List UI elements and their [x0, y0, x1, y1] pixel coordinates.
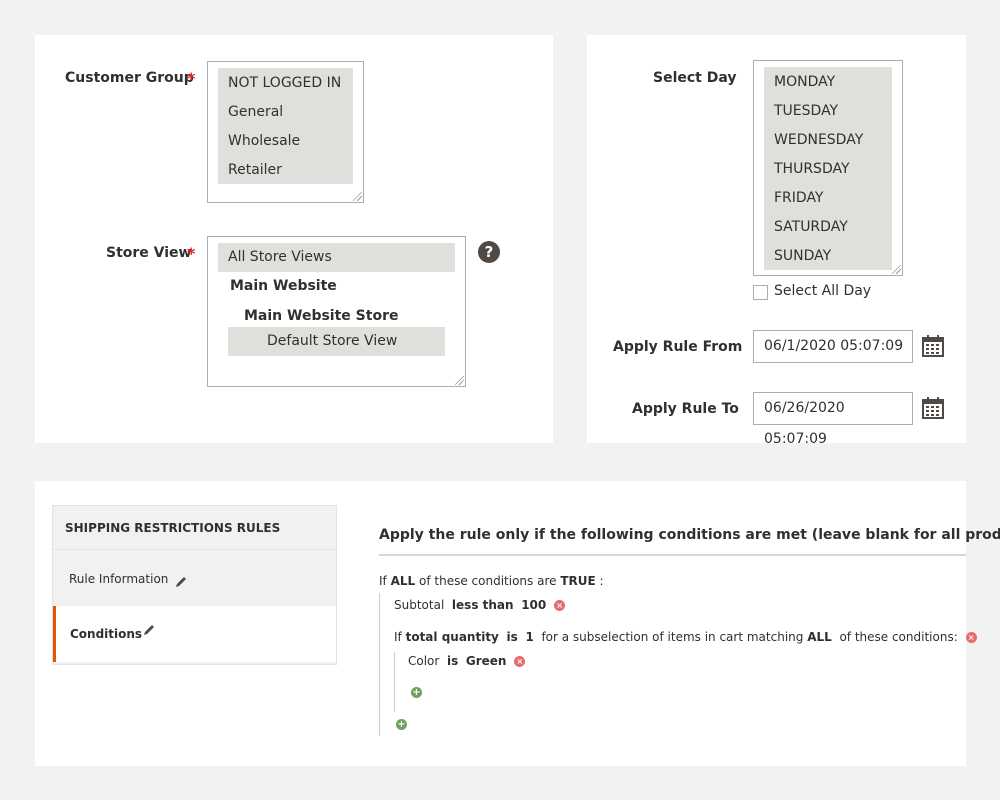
aggregator-select[interactable]: ALL: [807, 630, 832, 644]
day-option[interactable]: SATURDAY: [764, 213, 848, 242]
store-view-option-default[interactable]: Default Store View: [257, 327, 397, 356]
select-day-select[interactable]: MONDAY TUESDAY WEDNESDAY THURSDAY FRIDAY…: [753, 60, 903, 276]
store-view-label: Store View: [106, 245, 192, 261]
day-option[interactable]: TUESDAY: [764, 97, 838, 126]
add-condition-icon[interactable]: +: [411, 687, 422, 698]
store-view-select[interactable]: All Store Views Main Website Main Websit…: [207, 236, 466, 387]
day-option[interactable]: MONDAY: [764, 68, 835, 97]
tab-label: Conditions: [70, 627, 143, 641]
select-all-day-checkbox[interactable]: [753, 285, 768, 300]
resize-grip-icon[interactable]: [455, 376, 464, 385]
condition-subselection: If total quantity is 1 for a subselectio…: [394, 630, 977, 644]
conditions-panel: SHIPPING RESTRICTIONS RULES Rule Informa…: [35, 481, 1000, 766]
remove-icon[interactable]: ×: [514, 656, 526, 667]
required-mark: *: [187, 69, 196, 88]
condition-subtotal: Subtotal less than 100 ×: [394, 598, 566, 612]
day-option[interactable]: WEDNESDAY: [764, 126, 863, 155]
text: of these conditions are: [419, 574, 557, 588]
tree-line: [394, 652, 395, 712]
apply-rule-from-input[interactable]: 06/1/2020 05:07:09: [753, 330, 913, 363]
condition-root: If ALL of these conditions are TRUE :: [379, 574, 604, 588]
help-icon[interactable]: ?: [478, 241, 500, 263]
tab-conditions[interactable]: Conditions: [53, 606, 336, 662]
day-option[interactable]: THURSDAY: [764, 155, 850, 184]
value-input[interactable]: 100: [521, 598, 546, 612]
operator-select[interactable]: is: [507, 630, 518, 644]
tabs-header: SHIPPING RESTRICTIONS RULES: [53, 506, 336, 550]
pencil-icon: [176, 577, 186, 587]
required-mark: *: [187, 244, 196, 263]
day-option[interactable]: SUNDAY: [764, 242, 831, 271]
operator-select[interactable]: is: [447, 654, 458, 668]
condition-color: Color is Green ×: [408, 654, 526, 668]
value-select[interactable]: TRUE: [560, 574, 595, 588]
operator-select[interactable]: less than: [452, 598, 514, 612]
select-all-day-label: Select All Day: [774, 283, 872, 299]
tab-rule-information[interactable]: Rule Information: [53, 551, 336, 607]
customer-group-option[interactable]: NOT LOGGED IN: [218, 69, 341, 98]
schedule-panel: Select Day MONDAY TUESDAY WEDNESDAY THUR…: [587, 35, 966, 447]
divider: [379, 554, 966, 556]
tab-label: Rule Information: [69, 572, 169, 586]
tree-line: [379, 593, 380, 736]
attribute-label: Color: [408, 654, 440, 668]
aggregator-select[interactable]: ALL: [391, 574, 416, 588]
customer-group-select[interactable]: NOT LOGGED IN General Wholesale Retailer: [207, 61, 364, 203]
remove-icon[interactable]: ×: [554, 600, 566, 611]
store-view-option-all[interactable]: All Store Views: [218, 243, 332, 272]
text: If: [394, 630, 402, 644]
customer-group-option[interactable]: General: [218, 98, 283, 127]
value-select[interactable]: Green: [466, 654, 507, 668]
text: :: [599, 574, 604, 588]
customer-group-option[interactable]: Retailer: [218, 156, 282, 185]
calendar-icon[interactable]: [922, 397, 944, 419]
add-condition-icon[interactable]: +: [396, 719, 407, 730]
resize-grip-icon[interactable]: [353, 192, 362, 201]
customer-group-label: Customer Group: [65, 70, 194, 86]
value-input[interactable]: 1: [525, 630, 533, 644]
apply-rule-to-input[interactable]: 06/26/2020 05:07:09: [753, 392, 913, 447]
pencil-icon: [144, 625, 154, 635]
resize-grip-icon[interactable]: [892, 265, 901, 274]
text: If: [379, 574, 387, 588]
text: for a subselection of items in cart matc…: [541, 630, 804, 644]
conditions-title: Apply the rule only if the following con…: [379, 527, 1000, 543]
attribute-label: Subtotal: [394, 598, 445, 612]
select-day-label: Select Day: [653, 70, 737, 86]
customer-group-option[interactable]: Wholesale: [218, 127, 300, 156]
attribute-select[interactable]: total quantity: [406, 630, 499, 644]
apply-rule-from-label: Apply Rule From: [613, 339, 743, 355]
text: of these conditions:: [839, 630, 958, 644]
day-option[interactable]: FRIDAY: [764, 184, 824, 213]
apply-rule-to-label: Apply Rule To: [632, 401, 739, 417]
general-settings-panel: Customer Group * NOT LOGGED IN General W…: [35, 35, 553, 443]
remove-icon[interactable]: ×: [965, 632, 977, 643]
rule-tabs: SHIPPING RESTRICTIONS RULES Rule Informa…: [52, 505, 337, 665]
store-view-group-website: Main Website: [230, 278, 337, 294]
calendar-icon[interactable]: [922, 335, 944, 357]
